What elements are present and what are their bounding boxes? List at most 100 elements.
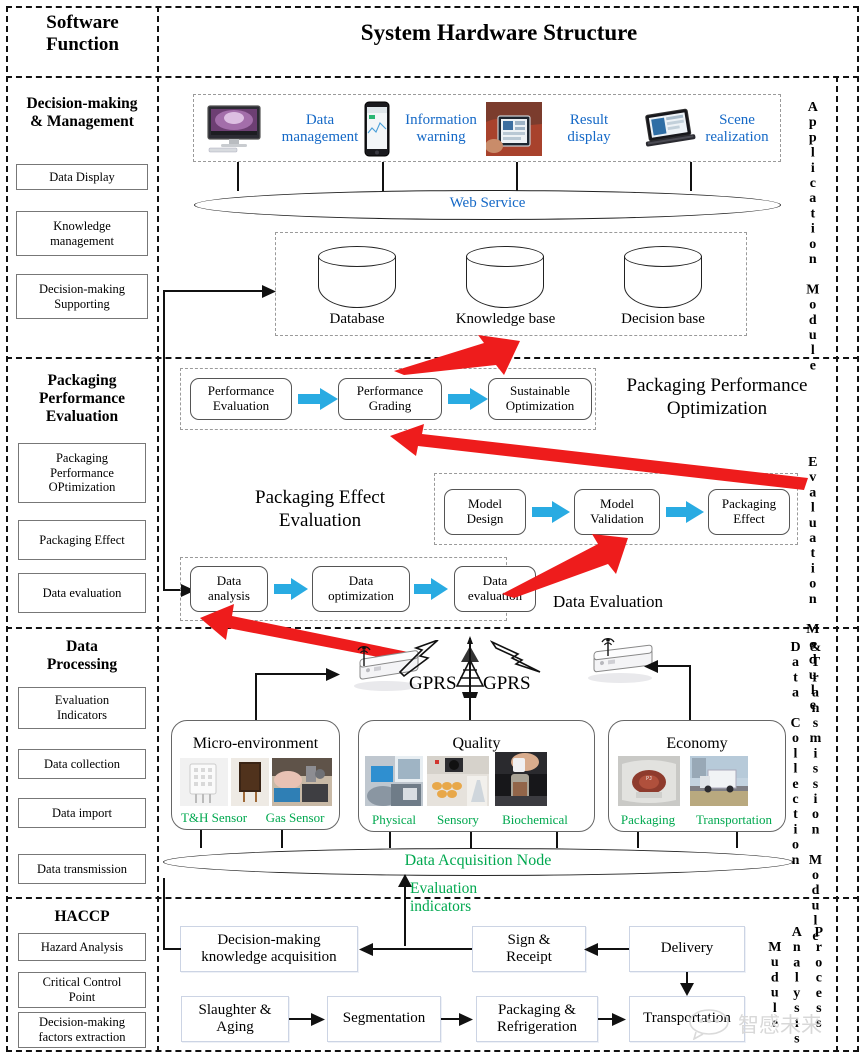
connector-card-2a xyxy=(389,832,391,848)
process-box-label: Sign & Receipt xyxy=(506,931,552,965)
section-title-pp-line3: Evaluation xyxy=(45,407,119,425)
left-column-divider xyxy=(157,6,159,1052)
page-title: System Hardware Structure xyxy=(360,20,638,45)
process-box-decision-knowledge-acquisition[interactable]: Decision-making knowledge acquisition xyxy=(180,926,358,972)
sidebar-item-label: Data evaluation xyxy=(42,585,122,600)
app-label-scene-realization: Scene realization xyxy=(694,112,780,147)
process-box-delivery[interactable]: Delivery xyxy=(629,926,745,972)
sidebar-item-data-transmission[interactable]: Data transmission xyxy=(18,854,146,884)
flow-box-performance-grading[interactable]: Performance Grading xyxy=(338,378,442,420)
quality-label-biochemical: Biochemical xyxy=(502,812,568,827)
red-arrow-to-performance-grading xyxy=(390,424,808,490)
process-box-sign-receipt[interactable]: Sign & Receipt xyxy=(472,926,586,972)
sidebar-item-packaging-performance-optimization[interactable]: Packaging Performance OPtimization xyxy=(18,443,146,503)
connector-to-stores xyxy=(163,290,266,292)
evaluation-indicators-line1: Evaluation xyxy=(410,880,478,897)
sidebar-item-data-collection[interactable]: Data collection xyxy=(18,749,146,779)
sidebar-item-hazard-analysis[interactable]: Hazard Analysis xyxy=(18,933,146,961)
app-label-line2: realization xyxy=(705,129,769,146)
connector-card-2b xyxy=(470,832,472,848)
process-box-label: Delivery xyxy=(660,940,714,957)
section-title-haccp: HACCP xyxy=(54,908,110,925)
connector-app-4 xyxy=(690,162,692,191)
knowledge-base-cylinder xyxy=(466,246,544,310)
flow-box-label: Model Validation xyxy=(590,496,644,526)
packaged-meat-photo: PJ xyxy=(618,756,680,806)
sidebar-item-label: Decision-making Supporting xyxy=(38,281,126,311)
gprs-label-left: GPRS xyxy=(409,673,457,694)
heading-text: Packaging Performance Optimization xyxy=(626,375,808,419)
connector-quality-up xyxy=(469,698,471,720)
connector-app-1 xyxy=(237,162,239,191)
flow-box-label: Model Design xyxy=(466,496,504,526)
blue-arrow-1 xyxy=(298,388,338,410)
process-box-label: Slaughter & Aging xyxy=(198,1001,272,1035)
app-label-line2: display xyxy=(567,129,611,146)
connector-sign-to-knowledge xyxy=(372,948,472,950)
sidebar-item-data-import[interactable]: Data import xyxy=(18,798,146,828)
section-title-decision-line2: & Management xyxy=(30,112,134,130)
divider-evaluation-collection xyxy=(6,627,859,629)
app-label-line1: Scene xyxy=(719,112,755,128)
arrowhead-slaughter-to-segmentation xyxy=(311,1013,325,1026)
section-title-decision-line1: Decision-making xyxy=(26,95,138,112)
connector-card-3b xyxy=(736,832,738,848)
app-label-line1: Information xyxy=(405,112,477,128)
sidebar-item-label: Packaging Effect xyxy=(39,532,125,547)
sidebar-item-critical-control-point[interactable]: Critical Control Point xyxy=(18,972,146,1008)
connector-sidebar-trunk xyxy=(163,290,165,590)
connector-card-1a xyxy=(200,830,202,848)
section-title-packaging-performance: Packaging Performance Evaluation xyxy=(8,372,156,425)
gprs-label-right: GPRS xyxy=(483,673,531,694)
process-box-label: Packaging & Refrigeration xyxy=(497,1001,577,1035)
flow-box-label: Sustainable Optimization xyxy=(505,383,575,413)
sidebar-item-data-display[interactable]: Data Display xyxy=(16,164,148,190)
app-label-result-display: Result display xyxy=(543,112,635,147)
app-label-line1: Data xyxy=(305,112,335,128)
connector-app-2 xyxy=(382,162,384,191)
module-label-data-transmission: &Transmission Module xyxy=(808,640,823,944)
watermark-bubble-icon xyxy=(689,1009,729,1040)
sidebar-item-decision-factors-extraction[interactable]: Decision-making factors extraction xyxy=(18,1012,146,1048)
sidebar-item-decision-making-supporting[interactable]: Decision-making Supporting xyxy=(16,274,148,319)
sidebar-item-label: Evaluation Indicators xyxy=(54,693,110,722)
heading-packaging-effect-evaluation: Packaging Effect Evaluation xyxy=(225,487,415,533)
app-label-line2: warning xyxy=(416,129,466,146)
section-title-pp-line2: Performance xyxy=(38,389,126,407)
arrowhead-to-stores xyxy=(262,285,276,298)
smartphone-icon xyxy=(364,101,390,157)
process-box-packaging-refrigeration[interactable]: Packaging & Refrigeration xyxy=(476,996,598,1042)
section-title-dp-line2: Processing xyxy=(46,655,118,673)
arrowhead-delivery-down xyxy=(680,983,694,996)
sidebar-item-evaluation-indicators[interactable]: Evaluation Indicators xyxy=(18,687,146,729)
sidebar-item-label: Critical Control Point xyxy=(42,975,122,1004)
module-label-line1: Data Collection xyxy=(788,640,803,868)
arrowhead-to-router-right xyxy=(644,660,658,673)
process-box-slaughter-aging[interactable]: Slaughter & Aging xyxy=(181,996,289,1042)
sidebar-item-packaging-effect[interactable]: Packaging Effect xyxy=(18,520,146,560)
flow-box-performance-evaluation[interactable]: Performance Evaluation xyxy=(190,378,292,420)
biochemical-test-photo xyxy=(495,752,547,806)
sidebar-item-knowledge-management[interactable]: Knowledge management xyxy=(16,211,148,256)
sidebar-item-label: Data transmission xyxy=(37,861,127,876)
sensor-board-photo xyxy=(231,758,269,806)
flow-box-packaging-effect[interactable]: Packaging Effect xyxy=(708,489,790,535)
connector-card-2c xyxy=(556,832,558,848)
connector-card-3a xyxy=(637,832,639,848)
flow-box-label: Performance Evaluation xyxy=(207,383,275,413)
decision-base-label: Decision base xyxy=(621,311,705,327)
software-function-title-line2: Function xyxy=(46,33,119,55)
app-label-data-management: Data management xyxy=(266,112,374,147)
flow-box-label: Performance Grading xyxy=(356,383,424,413)
gas-sensor-photo xyxy=(272,758,332,806)
software-function-title-line1: Software xyxy=(46,12,119,33)
flow-box-sustainable-optimization[interactable]: Sustainable Optimization xyxy=(488,378,592,420)
software-function-title: Software Function xyxy=(10,12,155,56)
connector-economy-left xyxy=(658,665,691,667)
data-acquisition-bus-label: Data Acquisition Node xyxy=(404,852,552,869)
process-box-segmentation[interactable]: Segmentation xyxy=(327,996,441,1042)
sensor-label-th: T&H Sensor xyxy=(180,810,248,825)
evaluation-indicators-line2: indicators xyxy=(410,897,472,915)
temp-humidity-sensor-photo xyxy=(180,758,228,806)
sidebar-item-data-evaluation[interactable]: Data evaluation xyxy=(18,573,146,613)
